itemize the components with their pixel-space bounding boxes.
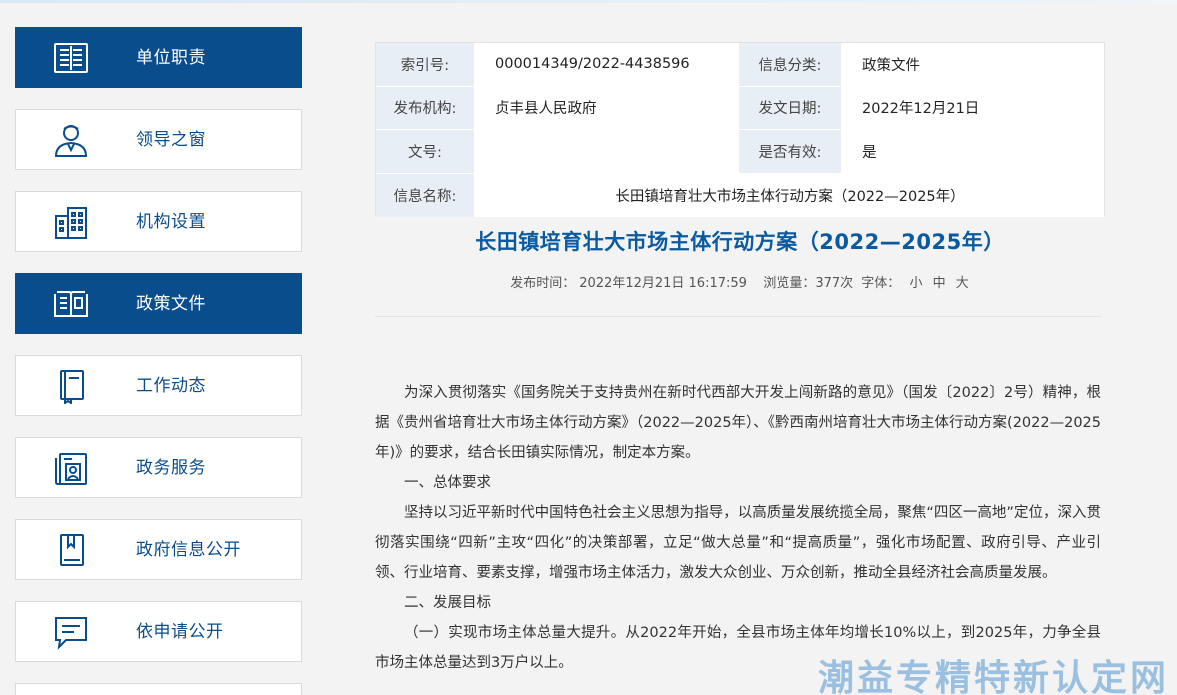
publisher-label: 发布机构: <box>376 86 476 129</box>
sidebar-item-policy-docs[interactable]: 政策文件 <box>15 273 302 334</box>
sidebar-item-label: 政府信息公开 <box>136 540 241 560</box>
notebook-icon <box>52 368 90 404</box>
id-card-icon <box>52 450 90 486</box>
divider <box>375 316 1101 317</box>
section-heading: 一、总体要求 <box>404 475 491 491</box>
date-label: 发文日期: <box>739 86 843 129</box>
newspaper-icon <box>52 40 90 76</box>
info-row: 信息名称: 长田镇培育壮大市场主体行动方案（2022—2025年） <box>376 173 1104 217</box>
info-row: 发布机构: 贞丰县人民政府 发文日期: 2022年12月21日 <box>376 86 1104 130</box>
sidebar-nav: 单位职责 领导之窗 机构设置 政策文件 工作动态 政务服务 政府信息公开 依申请… <box>15 27 302 695</box>
article-title: 长田镇培育壮大市场主体行动方案（2022—2025年） <box>475 230 1005 254</box>
bookmark-book-icon <box>52 532 90 568</box>
info-row: 索引号: 000014349/2022-4438596 信息分类: 政策文件 <box>376 43 1104 87</box>
info-row: 文号: 是否有效: 是 <box>376 130 1104 174</box>
category-label: 信息分类: <box>739 43 843 86</box>
font-small-button[interactable]: 小 <box>909 276 922 291</box>
sidebar-item-duties[interactable]: 单位职责 <box>15 27 302 88</box>
top-accent-line <box>0 0 1177 3</box>
chat-bubble-icon <box>52 614 90 650</box>
font-large-button[interactable]: 大 <box>956 276 969 291</box>
sidebar-item-label: 政务服务 <box>136 458 206 478</box>
index-value: 000014349/2022-4438596 <box>476 43 739 86</box>
section-heading: 二、发展目标 <box>404 595 491 611</box>
publish-time-label: 发布时间： <box>510 276 576 291</box>
article-meta: 发布时间： 2022年12月21日 16:17:59 浏览量：377次 字体： 小… <box>375 272 1105 291</box>
doc-number-label: 文号: <box>376 130 476 173</box>
sidebar-item-gov-services[interactable]: 政务服务 <box>15 437 302 498</box>
watermark: 潮益专精特新认定网 <box>817 658 1169 695</box>
sidebar-item-label: 单位职责 <box>136 48 206 68</box>
publisher-value: 贞丰县人民政府 <box>476 86 739 129</box>
open-book-icon <box>52 286 90 322</box>
index-label: 索引号: <box>376 43 476 86</box>
article-body: 为深入贯彻落实《国务院关于支持贵州在新时代西部大开发上闯新路的意见》（国发〔20… <box>375 378 1101 678</box>
view-count: 浏览量：377次 <box>763 276 854 291</box>
sidebar-item-leadership[interactable]: 领导之窗 <box>15 109 302 170</box>
validity-label: 是否有效: <box>739 130 843 173</box>
sidebar-item-request-disclosure[interactable]: 依申请公开 <box>15 601 302 662</box>
sidebar-item-label: 政策文件 <box>136 294 206 314</box>
publish-time: 2022年12月21日 16:17:59 <box>579 276 747 291</box>
sidebar-item-label: 领导之窗 <box>136 130 206 150</box>
info-name-label: 信息名称: <box>376 173 476 217</box>
paragraph: 坚持以习近平新时代中国特色社会主义思想为指导，以高质量发展统揽全局，聚焦“四区一… <box>375 505 1101 581</box>
building-icon <box>52 204 90 240</box>
sidebar-item-more[interactable] <box>15 683 302 695</box>
person-icon <box>52 122 90 158</box>
date-value: 2022年12月21日 <box>843 86 1104 129</box>
sidebar-item-work-news[interactable]: 工作动态 <box>15 355 302 416</box>
sidebar-item-organization[interactable]: 机构设置 <box>15 191 302 252</box>
sidebar-item-label: 依申请公开 <box>136 622 224 642</box>
info-name-value: 长田镇培育壮大市场主体行动方案（2022—2025年） <box>476 173 1104 217</box>
font-size-label: 字体： <box>861 276 901 291</box>
sidebar-item-label: 机构设置 <box>136 212 206 232</box>
doc-number-value <box>476 130 739 173</box>
sidebar-item-label: 工作动态 <box>136 376 206 396</box>
validity-value: 是 <box>843 130 1104 173</box>
paragraph: 为深入贯彻落实《国务院关于支持贵州在新时代西部大开发上闯新路的意见》（国发〔20… <box>375 385 1102 461</box>
document-info-table: 索引号: 000014349/2022-4438596 信息分类: 政策文件 发… <box>375 42 1105 217</box>
sidebar-item-info-disclosure[interactable]: 政府信息公开 <box>15 519 302 580</box>
category-value: 政策文件 <box>843 43 1104 86</box>
font-medium-button[interactable]: 中 <box>933 276 946 291</box>
